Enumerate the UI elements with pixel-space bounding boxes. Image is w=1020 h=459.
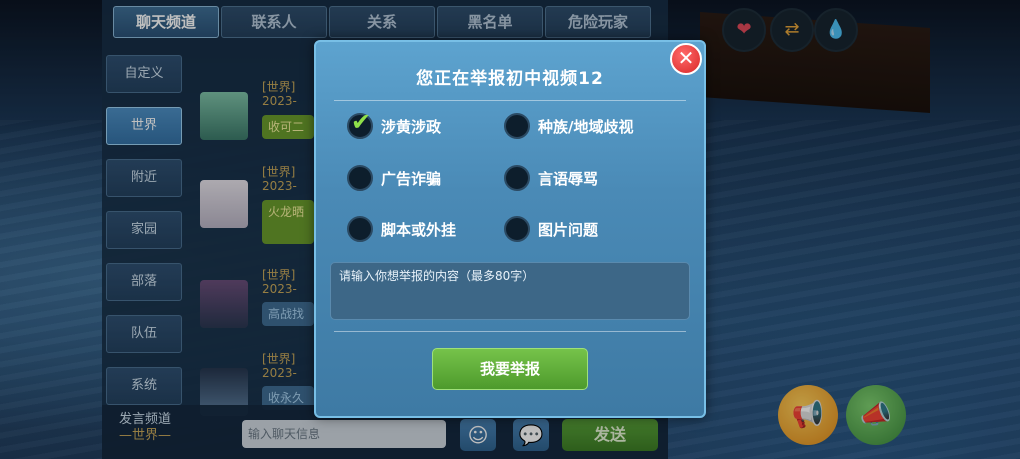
checkmark-icon: ✔	[351, 108, 372, 136]
option-label: 涉黄涉政	[381, 117, 442, 136]
option-label: 脚本或外挂	[381, 220, 457, 239]
submit-report-button[interactable]: 我要举报	[432, 348, 588, 390]
option-label: 广告诈骗	[381, 169, 442, 188]
option-cheat-script[interactable]: 脚本或外挂	[347, 215, 456, 243]
option-porn-politics[interactable]: ✔ 涉黄涉政	[347, 109, 442, 140]
option-label: 种族/地域歧视	[538, 117, 634, 136]
option-verbal-abuse[interactable]: 言语辱骂	[504, 164, 598, 192]
radio-unchecked[interactable]	[504, 216, 530, 242]
dialog-title: 您正在举报初中视频12	[416, 69, 604, 89]
close-icon: ✕	[677, 46, 695, 70]
option-label: 言语辱骂	[538, 169, 599, 188]
radio-unchecked[interactable]	[504, 165, 530, 191]
bottom-divider	[334, 331, 686, 332]
radio-unchecked[interactable]	[347, 216, 373, 242]
option-image-issue[interactable]: 图片问题	[504, 215, 598, 243]
radio-checked[interactable]: ✔	[347, 109, 373, 139]
close-button[interactable]: ✕	[670, 43, 702, 75]
option-label: 图片问题	[538, 220, 599, 239]
radio-unchecked[interactable]	[347, 165, 373, 191]
radio-unchecked[interactable]	[504, 113, 530, 139]
option-discrimination[interactable]: 种族/地域歧视	[504, 112, 633, 140]
option-ad-fraud[interactable]: 广告诈骗	[347, 164, 441, 192]
report-content-input[interactable]: 请输入你想举报的内容（最多80字）	[330, 262, 690, 320]
title-divider	[334, 100, 686, 101]
